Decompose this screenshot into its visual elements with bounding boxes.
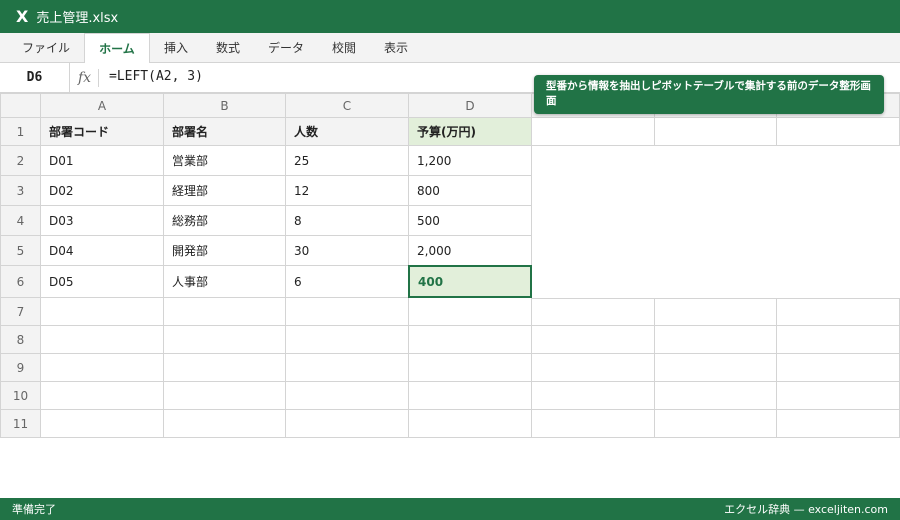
empty-cell[interactable] (409, 326, 532, 354)
empty-cell[interactable] (41, 410, 164, 438)
empty-cell[interactable] (777, 382, 900, 410)
empty-cell[interactable] (532, 118, 655, 146)
empty-cell[interactable] (777, 298, 900, 326)
row-header[interactable]: 5 (0, 236, 41, 266)
table-cell[interactable]: 経理部 (164, 176, 286, 206)
name-box[interactable]: D6 (0, 63, 70, 93)
row-header[interactable]: 2 (0, 146, 41, 176)
empty-cell[interactable] (164, 326, 286, 354)
empty-cell[interactable] (409, 410, 532, 438)
callout-banner: 型番から情報を抽出しピボットテーブルで集計する前のデータ整形画面 (534, 75, 884, 114)
table-cell[interactable]: D04 (41, 236, 164, 266)
row-header[interactable]: 9 (0, 354, 41, 382)
tab-review[interactable]: 校閲 (320, 33, 368, 63)
excel-icon: X (16, 7, 29, 26)
table-cell[interactable]: 30 (286, 236, 409, 266)
empty-cell[interactable] (655, 326, 777, 354)
empty-cell[interactable] (655, 118, 777, 146)
table-cell[interactable]: D03 (41, 206, 164, 236)
empty-cell[interactable] (164, 382, 286, 410)
empty-cell[interactable] (286, 410, 409, 438)
header-cell-dept-code[interactable]: 部署コード (41, 118, 164, 146)
empty-cell[interactable] (41, 354, 164, 382)
tab-home[interactable]: ホーム (84, 33, 150, 64)
table-cell[interactable]: 25 (286, 146, 409, 176)
table-cell[interactable]: 12 (286, 176, 409, 206)
empty-cell[interactable] (655, 410, 777, 438)
title-bar: X 売上管理.xlsx (0, 0, 900, 33)
formula-input[interactable]: =LEFT(A2, 3) (109, 63, 203, 93)
row-header[interactable]: 3 (0, 176, 41, 206)
empty-cell[interactable] (409, 298, 532, 326)
header-cell-dept-name[interactable]: 部署名 (164, 118, 286, 146)
empty-cell[interactable] (409, 354, 532, 382)
empty-cell[interactable] (532, 354, 655, 382)
row-header[interactable]: 4 (0, 206, 41, 236)
empty-cell[interactable] (532, 382, 655, 410)
status-bar: 準備完了 エクセル辞典 — exceljiten.com (0, 498, 900, 520)
table-cell[interactable]: 800 (409, 176, 532, 206)
tab-data[interactable]: データ (256, 33, 316, 63)
table-cell[interactable]: 1,200 (409, 146, 532, 176)
row-header[interactable]: 6 (0, 266, 41, 298)
header-cell-headcount[interactable]: 人数 (286, 118, 409, 146)
table-cell[interactable]: 2,000 (409, 236, 532, 266)
column-header-d[interactable]: D (409, 93, 532, 118)
column-header-c[interactable]: C (286, 93, 409, 118)
empty-cell[interactable] (532, 326, 655, 354)
empty-cell[interactable] (41, 382, 164, 410)
empty-cell[interactable] (164, 354, 286, 382)
row-header[interactable]: 7 (0, 298, 41, 326)
table-cell[interactable]: 営業部 (164, 146, 286, 176)
empty-cell[interactable] (41, 326, 164, 354)
formula-divider (98, 69, 99, 87)
table-cell[interactable]: D05 (41, 266, 164, 298)
ribbon-tabs: ファイル ホーム 挿入 数式 データ 校閲 表示 (0, 33, 900, 64)
row-header[interactable]: 11 (0, 410, 41, 438)
empty-cell[interactable] (409, 382, 532, 410)
table-cell[interactable]: D02 (41, 176, 164, 206)
empty-cell[interactable] (41, 298, 164, 326)
fx-icon[interactable]: fx (78, 63, 91, 93)
selected-cell-d6[interactable]: 400 (408, 265, 532, 298)
empty-cell[interactable] (655, 354, 777, 382)
window-title: 売上管理.xlsx (36, 11, 119, 26)
table-cell[interactable]: 6 (286, 266, 409, 298)
empty-cell[interactable] (777, 118, 900, 146)
column-header-a[interactable]: A (41, 93, 164, 118)
row-header[interactable]: 8 (0, 326, 41, 354)
status-ready: 準備完了 (12, 503, 56, 516)
tab-view[interactable]: 表示 (372, 33, 420, 63)
column-header-b[interactable]: B (164, 93, 286, 118)
site-credit: エクセル辞典 — exceljiten.com (724, 503, 888, 516)
empty-cell[interactable] (286, 326, 409, 354)
empty-cell[interactable] (777, 410, 900, 438)
empty-cell[interactable] (164, 298, 286, 326)
table-cell[interactable]: 人事部 (164, 266, 286, 298)
table-cell[interactable]: D01 (41, 146, 164, 176)
empty-cell[interactable] (286, 354, 409, 382)
row-header[interactable]: 1 (0, 118, 41, 146)
empty-cell[interactable] (286, 382, 409, 410)
empty-cell[interactable] (655, 298, 777, 326)
table-cell[interactable]: 8 (286, 206, 409, 236)
empty-cell[interactable] (777, 326, 900, 354)
empty-cell[interactable] (655, 382, 777, 410)
empty-cell[interactable] (164, 410, 286, 438)
tab-file[interactable]: ファイル (10, 33, 82, 63)
row-header[interactable]: 10 (0, 382, 41, 410)
table-cell[interactable]: 500 (409, 206, 532, 236)
tab-formulas[interactable]: 数式 (204, 33, 252, 63)
empty-cell[interactable] (777, 354, 900, 382)
empty-cell[interactable] (532, 410, 655, 438)
select-all-corner[interactable] (0, 93, 41, 118)
empty-cell[interactable] (532, 298, 655, 326)
header-cell-budget[interactable]: 予算(万円) (409, 118, 532, 146)
table-cell[interactable]: 開発部 (164, 236, 286, 266)
table-cell[interactable]: 総務部 (164, 206, 286, 236)
tab-insert[interactable]: 挿入 (152, 33, 200, 63)
empty-cell[interactable] (286, 298, 409, 326)
